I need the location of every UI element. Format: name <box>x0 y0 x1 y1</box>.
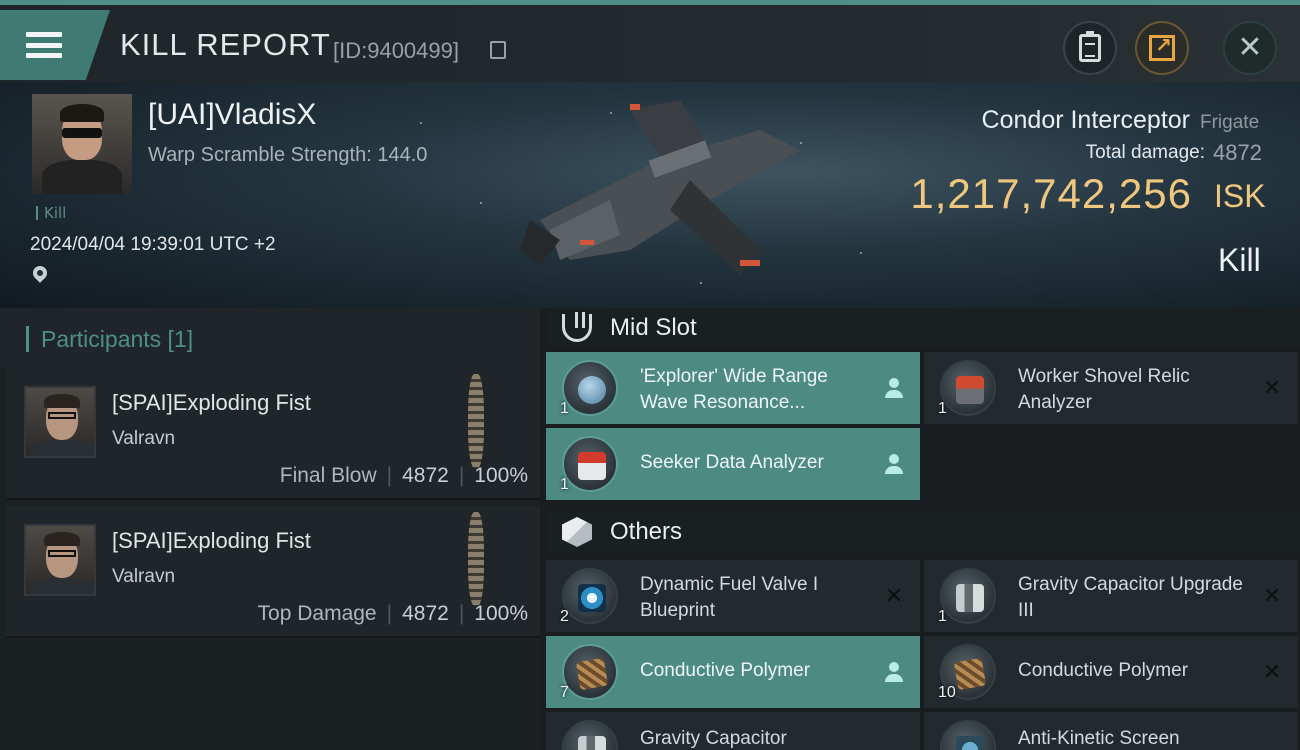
participant-row[interactable]: [SPAI]Exploding Fist Valravn Final Blow … <box>6 368 540 500</box>
participant-percent: 100% <box>474 602 528 625</box>
item-quantity: 1 <box>938 608 947 625</box>
participant-portrait[interactable] <box>24 524 96 596</box>
relic-analyzer-icon <box>940 360 996 416</box>
copy-icon[interactable] <box>490 41 506 59</box>
share-button[interactable] <box>1135 21 1189 75</box>
item-name: Seeker Data Analyzer <box>640 452 824 473</box>
others-title: Others <box>610 518 683 545</box>
item-quantity: 1 <box>560 400 569 417</box>
kill-report-header: KILL REPORT [ID:9400499] ✕ <box>0 0 1300 82</box>
total-damage-value: 4872 <box>1213 140 1262 165</box>
dropped-person-icon <box>884 662 904 684</box>
blueprint-icon <box>562 568 618 624</box>
destroyed-x-icon: ✕ <box>1262 376 1282 401</box>
victim-summary: [UAI]VladisX Warp Scramble Strength: 144… <box>0 82 1300 308</box>
cube-icon <box>562 517 592 547</box>
destroyed-x-icon: ✕ <box>1262 584 1282 609</box>
mid-slot-header: Mid Slot <box>546 308 1300 348</box>
item-quantity: 10 <box>938 684 956 701</box>
item-name: Gravity Capacitor <box>640 728 787 749</box>
clipboard-button[interactable] <box>1063 21 1117 75</box>
item-row[interactable]: Anti-Kinetic Screen <box>924 712 1298 750</box>
gravity-capacitor-icon <box>562 720 618 750</box>
menu-button[interactable] <box>0 10 110 80</box>
participant-name: [SPAI]Exploding Fist <box>112 390 311 415</box>
mid-slot-title: Mid Slot <box>610 314 697 341</box>
item-row[interactable]: 1 'Explorer' Wide Range Wave Resonance..… <box>546 352 920 424</box>
warp-scramble-strength: Warp Scramble Strength: 144.0 <box>148 144 428 166</box>
clipboard-icon <box>1079 31 1101 62</box>
data-analyzer-icon <box>562 436 618 492</box>
item-quantity: 2 <box>560 608 569 625</box>
share-icon <box>1149 33 1175 61</box>
participant-percent: 100% <box>474 464 528 487</box>
item-quantity: 7 <box>560 684 569 701</box>
page-title: KILL REPORT <box>120 27 331 62</box>
gravity-capacitor-icon <box>940 568 996 624</box>
participant-role: Final Blow <box>279 464 377 487</box>
isk-value: 1,217,742,256 <box>910 170 1192 217</box>
kill-result: Kill <box>1218 242 1261 278</box>
kill-tag: Kill <box>36 206 66 221</box>
total-damage-label: Total damage: <box>1085 142 1205 163</box>
item-name: Conductive Polymer <box>1018 660 1189 681</box>
item-row[interactable]: Gravity Capacitor <box>546 712 920 750</box>
destroyed-x-icon: ✕ <box>884 584 904 609</box>
participant-role: Top Damage <box>257 602 377 625</box>
kill-datetime: 2024/04/04 19:39:01 UTC +2 <box>30 234 276 255</box>
victim-portrait[interactable] <box>32 94 132 194</box>
ship-class: Frigate <box>1200 112 1260 133</box>
participant-corp: Valravn <box>112 428 176 449</box>
polymer-icon <box>562 644 618 700</box>
item-quantity: 1 <box>938 400 947 417</box>
participants-title: Participants [1] <box>26 326 193 352</box>
participant-ship-icon[interactable] <box>468 512 484 606</box>
dropped-person-icon <box>884 454 904 476</box>
item-name: Gravity Capacitor Upgrade III <box>1018 574 1243 621</box>
item-name: Worker Shovel Relic Analyzer <box>1018 366 1190 413</box>
isk-unit: ISK <box>1214 178 1266 214</box>
dropped-person-icon <box>884 378 904 400</box>
item-row[interactable]: 1 Worker Shovel Relic Analyzer ✕ <box>924 352 1298 424</box>
close-button[interactable]: ✕ <box>1223 21 1277 75</box>
globe-icon <box>562 360 618 416</box>
location-pin-icon[interactable] <box>30 263 50 283</box>
victim-name[interactable]: [UAI]VladisX <box>148 98 316 132</box>
others-header: Others <box>546 512 1300 552</box>
participant-row[interactable]: [SPAI]Exploding Fist Valravn Top Damage … <box>6 506 540 638</box>
ship-image <box>520 100 800 275</box>
report-id: [ID:9400499] <box>333 38 459 63</box>
item-quantity: 1 <box>560 476 569 493</box>
item-row[interactable]: 10 Conductive Polymer ✕ <box>924 636 1298 708</box>
close-icon: ✕ <box>1237 30 1263 65</box>
ship-name[interactable]: Condor Interceptor <box>982 106 1190 135</box>
participant-damage: 4872 <box>402 602 449 625</box>
hamburger-icon <box>26 32 62 58</box>
item-name: Anti-Kinetic Screen <box>1018 728 1180 749</box>
screen-icon <box>940 720 996 750</box>
participants-panel: Participants [1] [SPAI]Exploding Fist Va… <box>0 308 540 750</box>
participant-ship-icon[interactable] <box>468 374 484 468</box>
participant-stats: Final Blow | 4872 | 100% <box>279 464 528 487</box>
fitting-panel: Mid Slot 1 'Explorer' Wide Range Wave Re… <box>540 308 1300 750</box>
item-name: Conductive Polymer <box>640 660 811 681</box>
item-name: 'Explorer' Wide Range Wave Resonance... <box>640 366 828 413</box>
participant-corp: Valravn <box>112 566 176 587</box>
destroyed-x-icon: ✕ <box>1262 660 1282 685</box>
item-row[interactable]: 2 Dynamic Fuel Valve I Blueprint ✕ <box>546 560 920 632</box>
participants-header: Participants [1] <box>0 308 540 368</box>
item-row[interactable]: 7 Conductive Polymer <box>546 636 920 708</box>
participant-portrait[interactable] <box>24 386 96 458</box>
item-name: Dynamic Fuel Valve I Blueprint <box>640 574 819 621</box>
mid-slot-icon <box>562 312 592 342</box>
participant-name: [SPAI]Exploding Fist <box>112 528 311 553</box>
item-row[interactable]: 1 Gravity Capacitor Upgrade III ✕ <box>924 560 1298 632</box>
participant-stats: Top Damage | 4872 | 100% <box>257 602 528 625</box>
item-row[interactable]: 1 Seeker Data Analyzer <box>546 428 920 500</box>
participant-damage: 4872 <box>402 464 449 487</box>
